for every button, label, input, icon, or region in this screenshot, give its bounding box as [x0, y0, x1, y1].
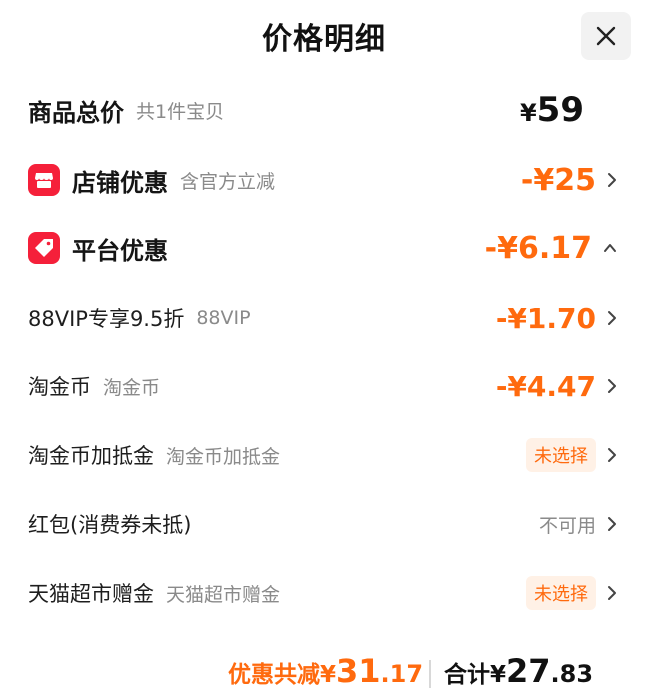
- detail-row-tmall-supermarket[interactable]: 天猫超市赠金 天猫超市赠金 未选择: [0, 563, 648, 623]
- not-selected-badge: 未选择: [526, 438, 596, 472]
- shop-discount-amount: -¥25: [520, 162, 596, 198]
- total-discount-int: 31: [336, 652, 381, 690]
- detail-row-88vip[interactable]: 88VIP专享9.5折 88VIP -¥1.70: [0, 288, 648, 348]
- footer-summary: 优惠共减 ¥ 31 .17 合计 ¥ 27 .83: [0, 648, 648, 699]
- chevron-right-icon: [606, 377, 618, 395]
- chevron-right-icon: [606, 309, 618, 327]
- detail-note: 淘金币加抵金: [166, 445, 281, 468]
- tag-icon: [28, 232, 60, 264]
- total-price-row: 商品总价 共1件宝贝 ¥59: [0, 80, 648, 140]
- divider: [429, 660, 431, 688]
- page-title: 价格明细: [262, 22, 386, 57]
- detail-note: 88VIP: [196, 307, 251, 329]
- unavailable-text: 不可用: [538, 514, 596, 537]
- grand-total-label: 合计: [444, 662, 490, 688]
- detail-amount: -¥1.70: [495, 301, 596, 335]
- detail-row-taojinbi-plus[interactable]: 淘金币加抵金 淘金币加抵金 未选择: [0, 425, 648, 485]
- total-discount: 优惠共减 ¥ 31 .17: [228, 652, 424, 690]
- detail-note: 天猫超市赠金: [166, 583, 281, 606]
- total-price-label: 商品总价: [28, 98, 124, 127]
- detail-label: 淘金币加抵金: [28, 444, 154, 468]
- detail-row-hongbao[interactable]: 红包(消费券未抵) 不可用: [0, 494, 648, 554]
- chevron-right-icon: [606, 446, 618, 464]
- grand-total-int: 27: [506, 652, 551, 690]
- platform-discount-row[interactable]: 平台优惠 -¥6.17: [0, 218, 648, 278]
- detail-label: 天猫超市赠金: [28, 582, 154, 606]
- chevron-right-icon: [606, 171, 618, 189]
- detail-amount: -¥4.47: [495, 369, 596, 403]
- header: 价格明细: [0, 0, 648, 72]
- detail-label: 淘金币: [28, 375, 91, 399]
- item-count-note: 共1件宝贝: [136, 100, 225, 123]
- chevron-up-icon: [602, 241, 618, 255]
- close-button[interactable]: [581, 12, 631, 60]
- platform-discount-label: 平台优惠: [72, 236, 168, 265]
- chevron-right-icon: [606, 515, 618, 533]
- store-icon: [28, 164, 60, 196]
- shop-discount-row[interactable]: 店铺优惠 含官方立减 -¥25: [0, 150, 648, 210]
- not-selected-badge: 未选择: [526, 576, 596, 610]
- shop-discount-note: 含官方立减: [180, 170, 276, 193]
- total-price-value: ¥59: [519, 90, 584, 130]
- detail-label: 红包(消费券未抵): [28, 513, 192, 537]
- shop-discount-label: 店铺优惠: [72, 168, 168, 197]
- detail-row-taojinbi[interactable]: 淘金币 淘金币 -¥4.47: [0, 356, 648, 416]
- detail-note: 淘金币: [103, 376, 161, 399]
- detail-label: 88VIP专享9.5折: [28, 307, 185, 331]
- total-discount-label: 优惠共减: [228, 662, 320, 688]
- chevron-right-icon: [606, 584, 618, 602]
- total-discount-dec: .17: [380, 660, 424, 688]
- grand-total: 合计 ¥ 27 .83: [444, 652, 594, 690]
- grand-total-dec: .83: [550, 660, 594, 688]
- close-icon: [596, 26, 616, 46]
- platform-discount-amount: -¥6.17: [484, 230, 592, 266]
